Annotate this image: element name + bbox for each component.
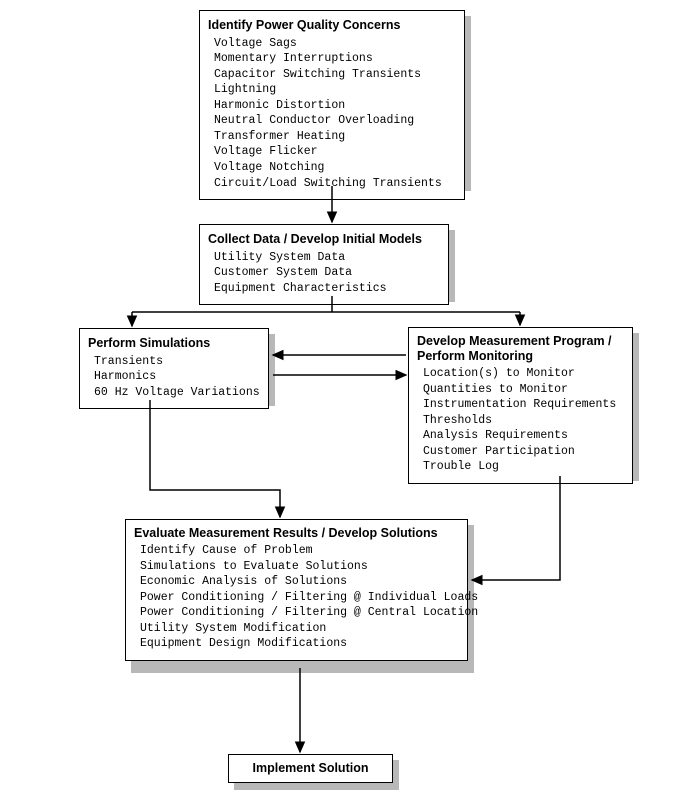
- box-item: Quantities to Monitor: [417, 382, 624, 398]
- box-collect: Collect Data / Develop Initial Models Ut…: [199, 224, 449, 305]
- box-simulate: Perform Simulations Transients Harmonics…: [79, 328, 269, 409]
- box-implement: Implement Solution: [228, 754, 393, 783]
- box-item: 60 Hz Voltage Variations: [88, 385, 260, 401]
- box-item: Equipment Characteristics: [208, 281, 440, 297]
- box-item: Transformer Heating: [208, 129, 456, 145]
- flowchart-canvas: Identify Power Quality Concerns Voltage …: [0, 0, 678, 804]
- box-item: Power Conditioning / Filtering @ Central…: [134, 605, 459, 621]
- box-item: Voltage Flicker: [208, 144, 456, 160]
- box-item: Analysis Requirements: [417, 428, 624, 444]
- box-item: Utility System Data: [208, 250, 440, 266]
- box-monitor: Develop Measurement Program / Perform Mo…: [408, 327, 633, 484]
- box-item: Transients: [88, 354, 260, 370]
- box-title: Develop Measurement Program / Perform Mo…: [417, 334, 624, 364]
- box-item: Harmonics: [88, 369, 260, 385]
- box-item: Equipment Design Modifications: [134, 636, 459, 652]
- box-item: Neutral Conductor Overloading: [208, 113, 456, 129]
- box-evaluate: Evaluate Measurement Results / Develop S…: [125, 519, 468, 661]
- box-title: Implement Solution: [237, 760, 384, 777]
- box-item: Capacitor Switching Transients: [208, 67, 456, 83]
- box-item: Instrumentation Requirements: [417, 397, 624, 413]
- box-item: Thresholds: [417, 413, 624, 429]
- box-item: Momentary Interruptions: [208, 51, 456, 67]
- box-item: Voltage Sags: [208, 36, 456, 52]
- box-item: Simulations to Evaluate Solutions: [134, 559, 459, 575]
- box-item: Power Conditioning / Filtering @ Individ…: [134, 590, 459, 606]
- box-item: Identify Cause of Problem: [134, 543, 459, 559]
- box-title: Evaluate Measurement Results / Develop S…: [134, 526, 459, 541]
- box-item: Harmonic Distortion: [208, 98, 456, 114]
- box-item: Lightning: [208, 82, 456, 98]
- box-title: Identify Power Quality Concerns: [208, 17, 456, 34]
- box-item: Location(s) to Monitor: [417, 366, 624, 382]
- box-item: Customer System Data: [208, 265, 440, 281]
- box-item: Economic Analysis of Solutions: [134, 574, 459, 590]
- box-identify: Identify Power Quality Concerns Voltage …: [199, 10, 465, 200]
- box-item: Circuit/Load Switching Transients: [208, 176, 456, 192]
- box-item: Voltage Notching: [208, 160, 456, 176]
- box-item: Trouble Log: [417, 459, 624, 475]
- box-title: Collect Data / Develop Initial Models: [208, 231, 440, 248]
- box-title: Perform Simulations: [88, 335, 260, 352]
- box-item: Customer Participation: [417, 444, 624, 460]
- box-item: Utility System Modification: [134, 621, 459, 637]
